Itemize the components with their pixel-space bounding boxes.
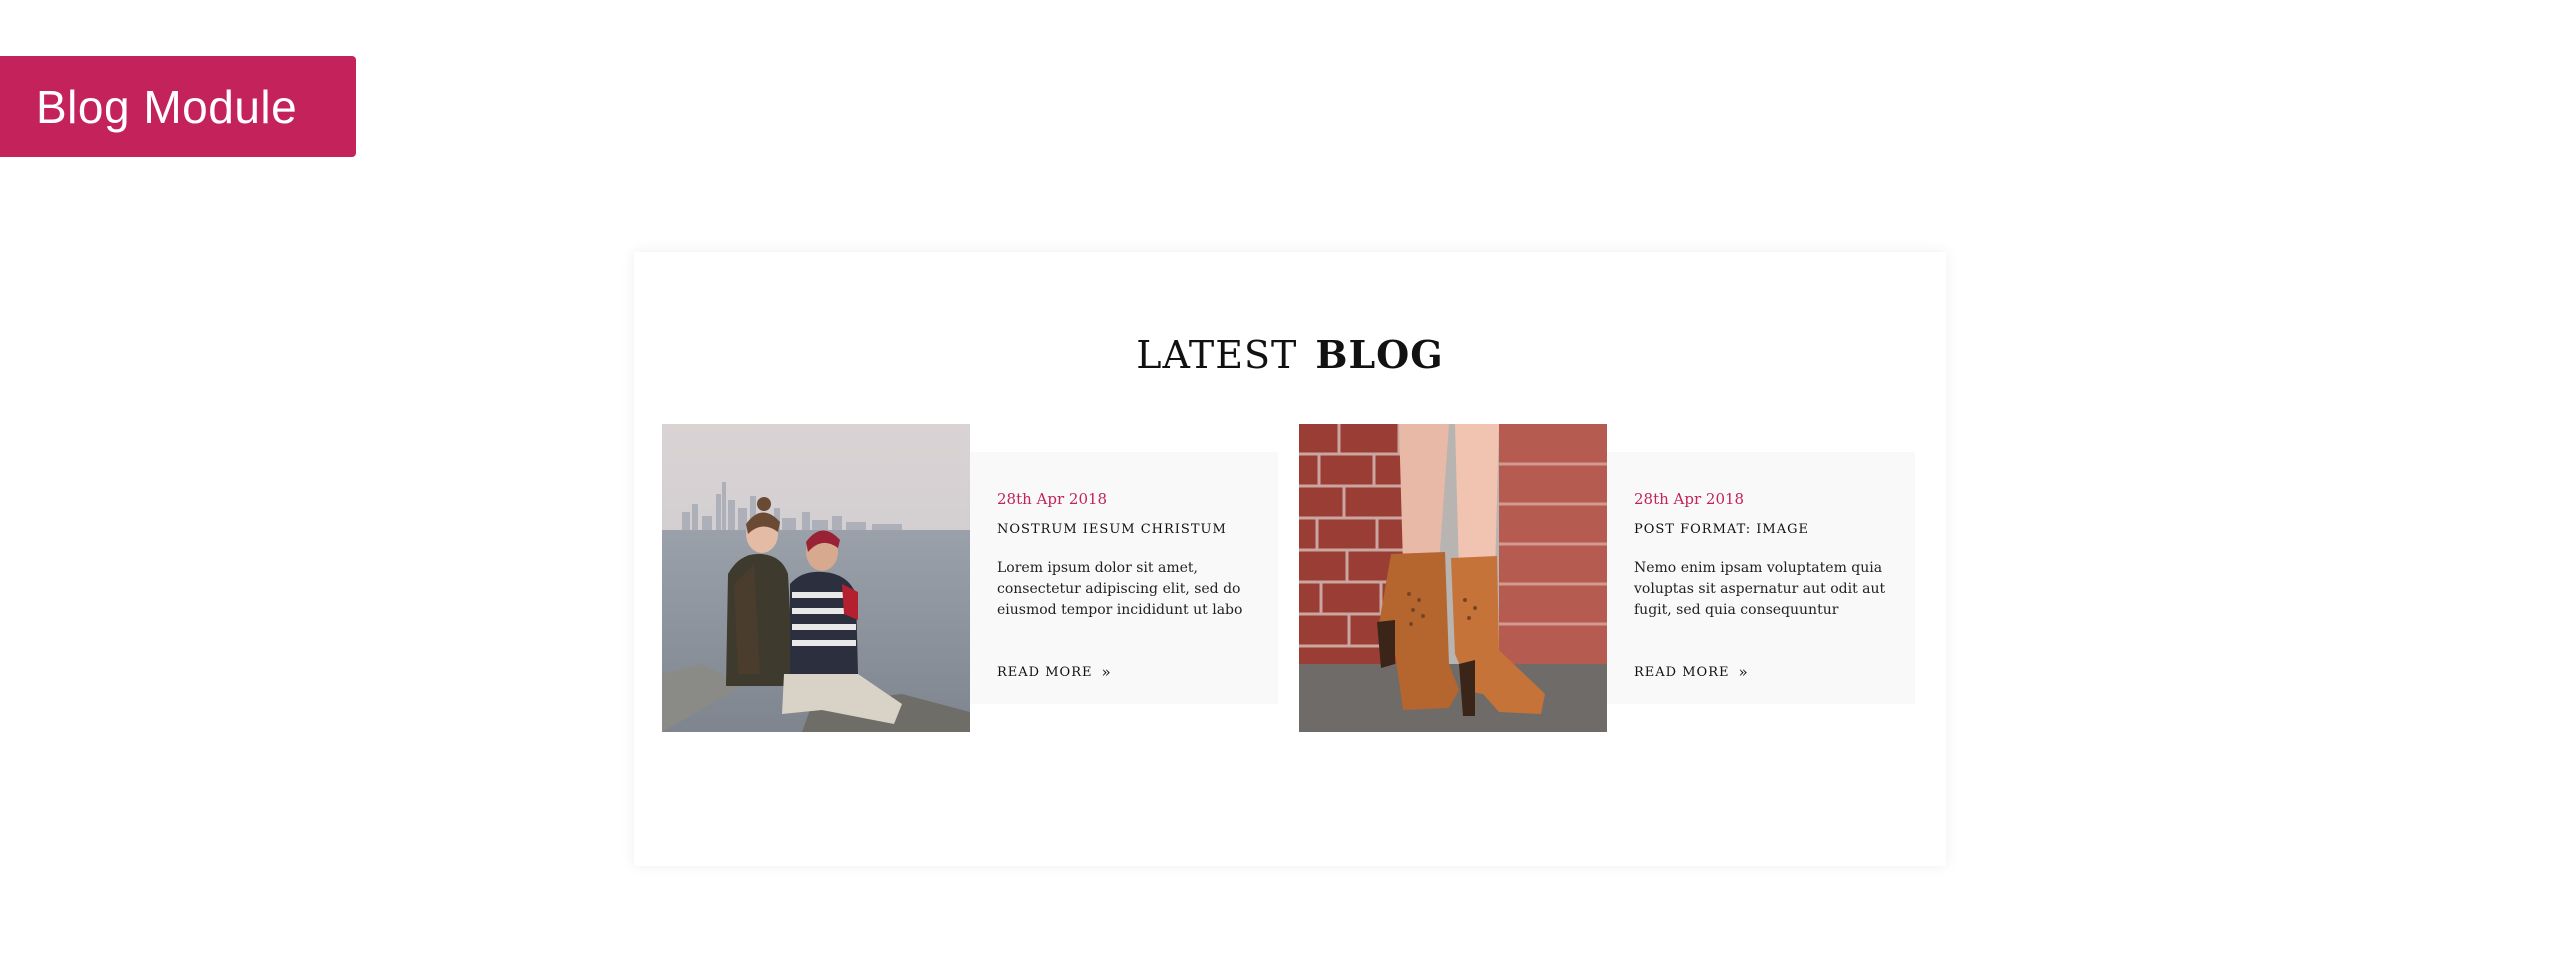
section-heading: LATEST BLOG — [634, 332, 1946, 377]
post-excerpt: Lorem ipsum dolor sit amet, consectetur … — [997, 560, 1243, 618]
post-image-boots[interactable] — [1299, 424, 1607, 732]
read-more-label: READ MORE — [1634, 665, 1730, 680]
post-date: 28th Apr 2018 — [1634, 490, 1745, 508]
blog-module-badge: Blog Module — [0, 56, 356, 157]
post-excerpt: Nemo enim ipsam voluptatem quia voluptas… — [1634, 560, 1886, 618]
double-chevron-right-icon: » — [1101, 663, 1112, 681]
read-more-label: READ MORE — [997, 665, 1093, 680]
blog-post: 28th Apr 2018 POST FORMAT: IMAGE Nemo en… — [1299, 424, 1915, 732]
post-info: 28th Apr 2018 POST FORMAT: IMAGE Nemo en… — [1607, 452, 1915, 704]
post-image-couple[interactable] — [662, 424, 970, 732]
read-more-link[interactable]: READ MORE » — [1634, 663, 1749, 681]
heading-bold: BLOG — [1315, 332, 1444, 377]
read-more-link[interactable]: READ MORE » — [997, 663, 1112, 681]
post-title[interactable]: NOSTRUM IESUM CHRISTUM — [997, 522, 1252, 538]
double-chevron-right-icon: » — [1738, 663, 1749, 681]
post-title[interactable]: POST FORMAT: IMAGE — [1634, 522, 1889, 538]
blog-post: 28th Apr 2018 NOSTRUM IESUM CHRISTUM Lor… — [662, 424, 1278, 732]
badge-label: Blog Module — [36, 80, 298, 133]
heading-light: LATEST — [1136, 333, 1298, 377]
post-info: 28th Apr 2018 NOSTRUM IESUM CHRISTUM Lor… — [970, 452, 1278, 704]
latest-blog-section: LATEST BLOG 28th Apr 2018 NOSTRUM IESUM … — [634, 252, 1946, 866]
post-date: 28th Apr 2018 — [997, 490, 1108, 508]
